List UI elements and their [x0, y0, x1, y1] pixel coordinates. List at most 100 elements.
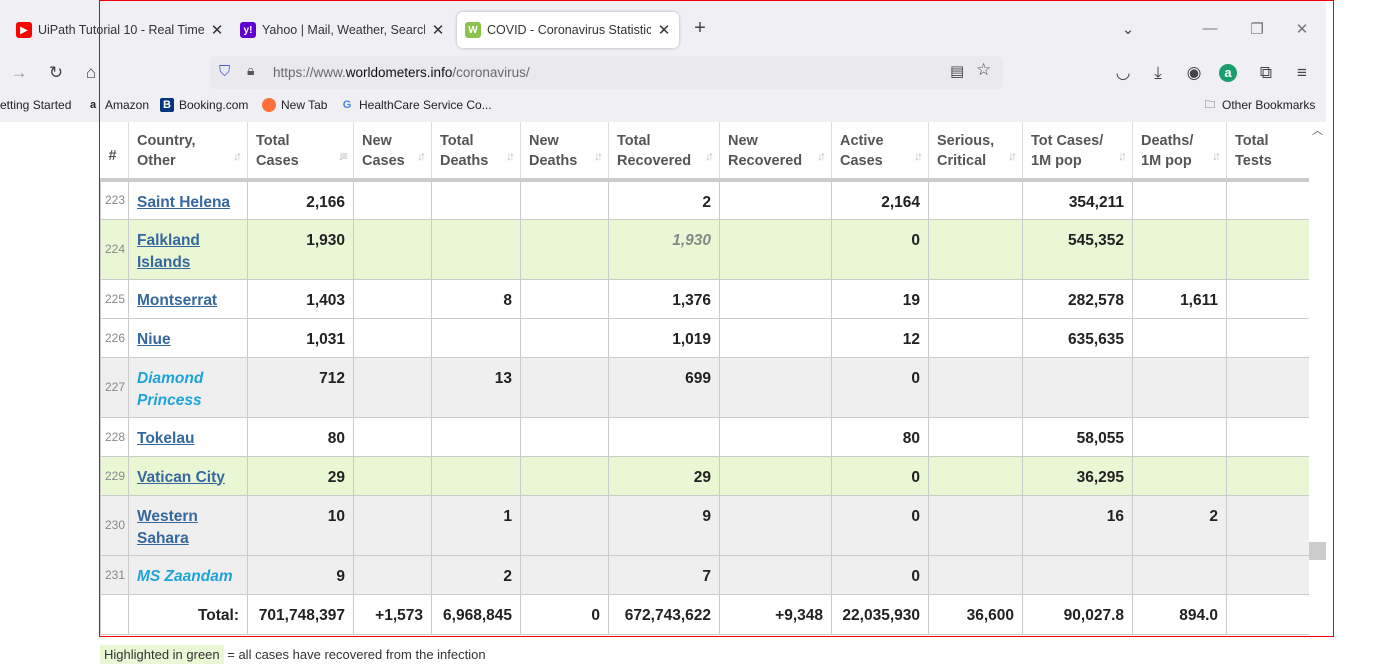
- country-link[interactable]: Vatican City: [137, 469, 225, 486]
- country-link[interactable]: Tokelau: [137, 430, 194, 447]
- sort-icon[interactable]: ↓↑: [233, 146, 242, 166]
- country-link[interactable]: Diamond Princess: [137, 370, 203, 409]
- home-icon[interactable]: ⌂: [80, 62, 102, 84]
- menu-icon[interactable]: ≡: [1291, 62, 1313, 84]
- cell-total-cases: 10: [247, 494, 354, 556]
- country-link[interactable]: Saint Helena: [137, 194, 230, 211]
- cell-new-recovered: [719, 494, 832, 556]
- url-text[interactable]: https://www.worldometers.info/coronaviru…: [273, 65, 530, 80]
- column-header[interactable]: New Cases ↓↑: [353, 122, 432, 182]
- browser-chrome: ▶ UiPath Tutorial 10 - Real Time P ✕ y! …: [0, 0, 1326, 122]
- scroll-up-icon[interactable]: ︿: [1310, 122, 1325, 137]
- column-header[interactable]: Country, Other ↓↑: [128, 122, 248, 182]
- total-serious: 36,600: [928, 593, 1023, 635]
- column-header[interactable]: Serious, Critical ↓↑: [928, 122, 1023, 182]
- total-new-recovered: +9,348: [719, 593, 832, 635]
- bookmark-star-icon[interactable]: ☆: [976, 60, 991, 80]
- sort-icon[interactable]: ↓≡: [338, 146, 348, 166]
- tab-title: UiPath Tutorial 10 - Real Time P: [38, 23, 204, 37]
- country-link[interactable]: Western Sahara: [137, 508, 198, 547]
- sort-icon[interactable]: ↓↑: [914, 146, 923, 166]
- column-header[interactable]: Active Cases ↓↑: [831, 122, 929, 182]
- sort-icon[interactable]: ↓↑: [594, 146, 603, 166]
- cell-serious: [928, 356, 1023, 418]
- cell-new-cases: [353, 356, 432, 418]
- account-icon[interactable]: ◉: [1183, 62, 1205, 84]
- column-header[interactable]: Deaths/1M pop ↓↑: [1132, 122, 1227, 182]
- bookmark-new-tab[interactable]: New Tab: [262, 98, 327, 112]
- column-header[interactable]: Total Recovered ↓↑: [608, 122, 720, 182]
- cell-new-cases: [353, 416, 432, 457]
- cell-tests: [1226, 416, 1309, 457]
- sort-icon[interactable]: ↓↑: [1212, 146, 1221, 166]
- bookmark-healthcare[interactable]: G HealthCare Service Co...: [340, 98, 492, 112]
- cell-tot-per-m: 545,352: [1022, 218, 1133, 280]
- pocket-icon[interactable]: ◡: [1112, 62, 1134, 84]
- reload-icon[interactable]: ↻: [45, 62, 67, 84]
- scrollbar-thumb[interactable]: [1309, 542, 1326, 560]
- column-header[interactable]: New Recovered ↓↑: [719, 122, 832, 182]
- restore-icon[interactable]: ❐: [1247, 20, 1267, 38]
- downloads-icon[interactable]: ⤓: [1147, 62, 1169, 84]
- new-tab-button[interactable]: +: [690, 17, 710, 40]
- header-label: New: [728, 133, 758, 149]
- address-bar[interactable]: ⛉ 🔒︎ https://www.worldometers.info/coron…: [210, 56, 1003, 89]
- header-label: 1M pop: [1031, 153, 1082, 169]
- sort-icon[interactable]: ↓↑: [417, 146, 426, 166]
- close-tab-icon[interactable]: ✕: [657, 21, 671, 39]
- amazon-icon: a: [89, 99, 97, 111]
- sort-icon[interactable]: ↓↑: [506, 146, 515, 166]
- bookmark-booking[interactable]: B Booking.com: [160, 98, 248, 112]
- column-header[interactable]: #: [100, 122, 129, 182]
- header-label: Tot Cases/: [1031, 133, 1104, 149]
- cell-new-deaths: [520, 179, 609, 220]
- row-number: 229: [100, 455, 129, 496]
- sort-icon[interactable]: ↓↑: [817, 146, 826, 166]
- sort-icon[interactable]: ↓↑: [1008, 146, 1017, 166]
- bookmark-getting-started[interactable]: etting Started: [0, 98, 71, 112]
- sort-icon[interactable]: ↓↑: [1118, 146, 1127, 166]
- forward-icon[interactable]: →: [8, 62, 30, 84]
- column-header[interactable]: Tot Cases/1M pop ↓↑: [1022, 122, 1133, 182]
- shield-icon[interactable]: ⛉: [219, 63, 230, 80]
- cell-serious: [928, 455, 1023, 496]
- cell-total-deaths: [431, 455, 521, 496]
- amazon-assistant-icon[interactable]: a: [1219, 64, 1237, 82]
- cell-total-cases: 1,031: [247, 317, 354, 358]
- cell-tests: [1226, 455, 1309, 496]
- empty-cell: [100, 593, 129, 635]
- cell-active: 0: [831, 554, 929, 595]
- bookmark-amazon[interactable]: a Amazon: [86, 98, 149, 112]
- column-header[interactable]: Total Cases ↓≡: [247, 122, 354, 182]
- country-link[interactable]: Montserrat: [137, 292, 217, 309]
- header-label: Recovered: [728, 153, 803, 169]
- close-window-icon[interactable]: ✕: [1292, 20, 1312, 38]
- header-label: Total: [1235, 133, 1269, 149]
- country-link[interactable]: MS Zaandam: [137, 568, 233, 585]
- close-tab-icon[interactable]: ✕: [210, 21, 224, 39]
- cell-serious: [928, 494, 1023, 556]
- other-bookmarks[interactable]: 🗀 Other Bookmarks: [1203, 98, 1316, 112]
- list-tabs-icon[interactable]: ⌄: [1118, 20, 1138, 38]
- lock-icon[interactable]: 🔒︎: [247, 62, 254, 79]
- country-link[interactable]: Falkland Islands: [137, 232, 200, 271]
- close-tab-icon[interactable]: ✕: [431, 21, 445, 39]
- cell-total-recovered: 699: [608, 356, 720, 418]
- tab-covid-statistics[interactable]: W COVID - Coronavirus Statistics - W ✕: [457, 12, 679, 48]
- minimize-icon[interactable]: —: [1200, 20, 1220, 37]
- cell-new-deaths: [520, 317, 609, 358]
- column-header[interactable]: Total Deaths ↓↑: [431, 122, 521, 182]
- row-number: 223: [100, 179, 129, 220]
- country-link[interactable]: Niue: [137, 331, 171, 348]
- row-number: 228: [100, 416, 129, 457]
- column-header[interactable]: Total Tests: [1226, 122, 1309, 182]
- sort-icon[interactable]: ↓↑: [705, 146, 714, 166]
- google-icon: G: [342, 99, 352, 111]
- tab-yahoo[interactable]: y! Yahoo | Mail, Weather, Search, P ✕: [240, 12, 445, 48]
- column-header[interactable]: New Deaths ↓↑: [520, 122, 609, 182]
- tab-uipath-tutorial[interactable]: ▶ UiPath Tutorial 10 - Real Time P ✕: [14, 12, 224, 48]
- table-row: 231 MS Zaandam 9 2 7 0: [100, 554, 1309, 595]
- extensions-icon[interactable]: ⧉: [1255, 62, 1277, 84]
- reader-view-icon[interactable]: ▤: [950, 62, 964, 80]
- cell-total-deaths: [431, 218, 521, 280]
